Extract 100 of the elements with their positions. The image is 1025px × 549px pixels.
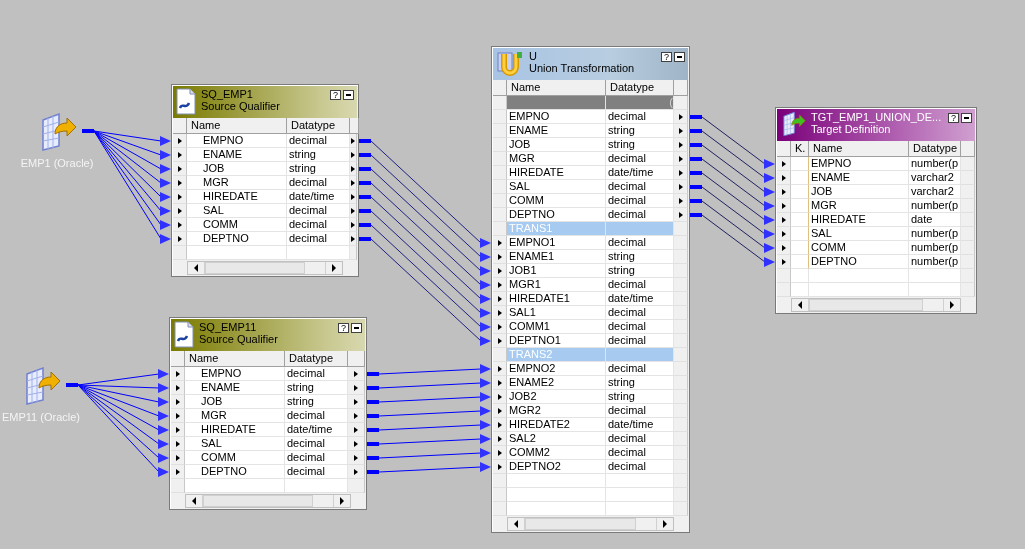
port-datatype: decimal [606,180,674,194]
column-header[interactable]: Name [809,141,909,157]
row-selector[interactable] [493,292,507,306]
minimize-button[interactable] [351,323,362,333]
row-selector[interactable] [348,451,365,465]
row-selector[interactable] [777,157,791,171]
minimize-button[interactable] [343,90,354,100]
row-selector[interactable] [173,176,187,190]
port-name: EMPNO [507,110,606,124]
row-selector[interactable] [674,152,688,166]
minimize-button[interactable] [674,52,685,62]
column-header[interactable]: Datatype [285,351,348,367]
horizontal-scrollbar[interactable] [791,298,961,312]
row-selector[interactable] [350,232,357,246]
column-header[interactable]: Datatype [606,80,674,96]
row-selector[interactable] [493,278,507,292]
help-button[interactable]: ? [661,52,672,62]
port-datatype: decimal [606,306,674,320]
row-selector[interactable] [777,199,791,213]
port-datatype: string [285,395,348,409]
row-selector[interactable] [493,236,507,250]
row-selector[interactable] [493,264,507,278]
row-selector[interactable] [777,227,791,241]
port-name: DEPTNO [507,208,606,222]
column-header[interactable]: Name [187,118,287,134]
column-header[interactable]: Name [507,80,606,96]
help-button[interactable]: ? [338,323,349,333]
port-name: MGR [507,152,606,166]
horizontal-scrollbar[interactable] [185,494,351,508]
row-selector[interactable] [350,190,357,204]
row-selector[interactable] [350,162,357,176]
row-selector[interactable] [493,362,507,376]
row-selector[interactable] [777,255,791,269]
row-selector[interactable] [674,110,688,124]
row-selector[interactable] [493,250,507,264]
transformation-box[interactable]: SQ_EMP1 Source Qualifier ? Name Datatype EMPNO decimal ENAME string JOB string MGR decimal HIREDATE date/time SAL decimal COMM decimal DEPTNO decimal [171,84,359,277]
row-selector[interactable] [493,306,507,320]
horizontal-scrollbar[interactable] [507,517,674,531]
row-selector[interactable] [493,376,507,390]
column-header[interactable]: Datatype [287,118,350,134]
port-datatype: string [606,376,674,390]
row-selector[interactable] [173,190,187,204]
row-selector[interactable] [777,185,791,199]
row-selector[interactable] [171,395,185,409]
row-selector[interactable] [171,423,185,437]
transformation-box[interactable]: SQ_EMP11 Source Qualifier ? Name Datatype EMPNO decimal ENAME string JOB string MGR decimal HIREDATE date/time SAL decimal COMM decimal DEPTNO decimal [169,317,367,510]
row-selector[interactable] [493,418,507,432]
row-selector[interactable] [674,208,688,222]
row-selector[interactable] [674,180,688,194]
row-selector[interactable] [777,213,791,227]
row-selector[interactable] [777,171,791,185]
minimize-button[interactable] [961,113,972,123]
row-selector[interactable] [171,465,185,479]
help-button[interactable]: ? [948,113,959,123]
horizontal-scrollbar[interactable] [187,261,343,275]
row-selector[interactable] [493,446,507,460]
row-selector[interactable] [348,381,365,395]
row-selector[interactable] [173,218,187,232]
transformation-box[interactable]: TGT_EMP1_UNION_DE... Target Definition ? K. Name Datatype EMPNO number(p ENAME varchar2 JOB varchar2 MGR number(p HIREDATE date SAL number(p COMM number(p DEPTNO number(p [775,107,977,314]
port-name: EMPNO [185,367,285,381]
row-selector[interactable] [173,232,187,246]
column-header[interactable]: Name [185,351,285,367]
row-selector[interactable] [173,204,187,218]
row-selector[interactable] [348,423,365,437]
row-selector[interactable] [348,395,365,409]
row-selector[interactable] [350,218,357,232]
row-selector[interactable] [674,124,688,138]
row-selector[interactable] [173,134,187,148]
row-selector[interactable] [674,138,688,152]
help-button[interactable]: ? [330,90,341,100]
row-selector[interactable] [171,437,185,451]
row-selector[interactable] [493,390,507,404]
row-selector[interactable] [173,148,187,162]
row-selector[interactable] [493,320,507,334]
port-name: COMM2 [507,446,606,460]
row-selector[interactable] [348,367,365,381]
column-header[interactable]: K. [791,141,809,157]
row-selector[interactable] [350,134,357,148]
row-selector[interactable] [171,381,185,395]
row-selector[interactable] [171,409,185,423]
row-selector[interactable] [350,176,357,190]
row-selector[interactable] [493,404,507,418]
row-selector[interactable] [493,460,507,474]
row-selector[interactable] [348,465,365,479]
row-selector[interactable] [348,409,365,423]
row-selector[interactable] [171,451,185,465]
row-selector[interactable] [348,437,365,451]
row-selector[interactable] [674,166,688,180]
row-selector[interactable] [493,432,507,446]
row-selector[interactable] [350,148,357,162]
row-selector[interactable] [493,334,507,348]
row-selector[interactable] [173,162,187,176]
row-selector[interactable] [350,204,357,218]
transformation-box[interactable] [491,46,690,533]
column-header[interactable]: Datatype [909,141,961,157]
row-selector[interactable] [674,194,688,208]
row-selector[interactable] [777,241,791,255]
port-datatype: decimal [606,152,674,166]
port-name: COMM [809,241,909,255]
row-selector[interactable] [171,367,185,381]
